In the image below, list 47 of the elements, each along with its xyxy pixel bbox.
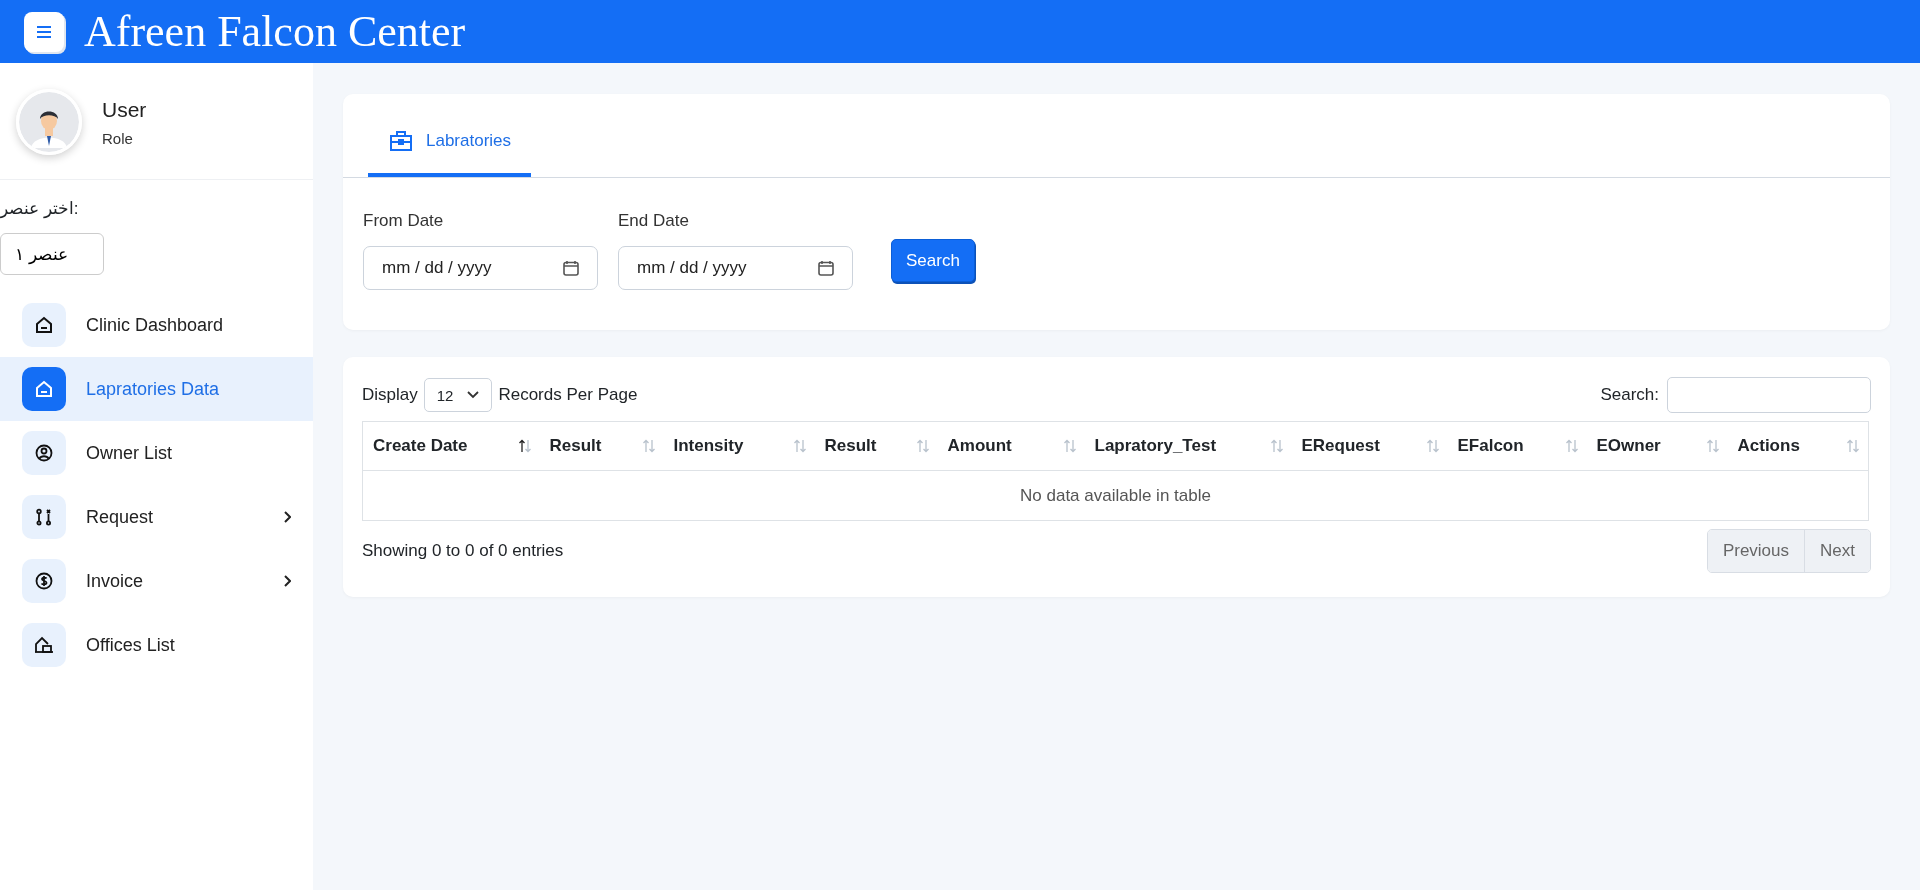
chevron-icon: [467, 391, 480, 399]
dollar-icon: [35, 572, 53, 590]
entries-info: Showing 0 to 0 of 0 entries: [362, 541, 564, 561]
avatar: [16, 89, 82, 155]
column-header[interactable]: ERequest: [1291, 421, 1448, 471]
field-label: End Date: [618, 211, 690, 231]
calendar-icon: [563, 260, 579, 276]
empty-table-message: No data available in table: [362, 470, 1869, 521]
sidebar-item[interactable]: Clinic Dashboard: [0, 293, 313, 357]
column-header[interactable]: Result: [539, 421, 664, 471]
menu-button[interactable]: [24, 11, 64, 52]
picker-label: اختر عنصر:: [0, 198, 79, 219]
date-field[interactable]: mm / dd / yyyy: [363, 246, 598, 290]
column-header[interactable]: EOwner: [1586, 421, 1728, 471]
page-length-select[interactable]: 12: [423, 378, 493, 412]
records-label: Records Per Page: [498, 385, 638, 405]
user-name: User: [102, 97, 147, 122]
date-field[interactable]: mm / dd / yyyy: [618, 246, 853, 290]
item-select[interactable]: عنصر ١: [0, 233, 104, 275]
briefcase-icon: [390, 130, 412, 151]
column-header[interactable]: EFalcon: [1447, 421, 1587, 471]
office-icon: [34, 636, 54, 654]
display-label: Display: [362, 385, 418, 405]
route-icon: [35, 508, 53, 526]
column-header[interactable]: Actions: [1727, 421, 1869, 471]
calendar-icon: [818, 260, 834, 276]
field-label: From Date: [363, 211, 445, 231]
column-header[interactable]: Result: [814, 421, 938, 471]
search-field[interactable]: [1667, 377, 1871, 413]
user-role: Role: [102, 129, 134, 147]
menu-icon: [37, 25, 51, 38]
search-label: Search:: [1600, 385, 1659, 405]
column-header[interactable]: Create Date: [362, 421, 540, 471]
sidebar-item[interactable]: Offices List: [0, 613, 313, 677]
sidebar-item[interactable]: Owner List: [0, 421, 313, 485]
column-header[interactable]: Amount: [937, 421, 1085, 471]
column-header[interactable]: Intensity: [663, 421, 815, 471]
column-header[interactable]: Lapratory_Test: [1084, 421, 1292, 471]
home-icon: [35, 316, 53, 334]
user-icon: [35, 444, 53, 462]
search-button[interactable]: Search: [891, 239, 975, 282]
tab[interactable]: Labratories: [368, 94, 532, 177]
sidebar-item[interactable]: Request: [0, 485, 313, 549]
sidebar-item[interactable]: Lapratories Data: [0, 357, 313, 421]
home-icon: [35, 380, 53, 398]
sidebar-item[interactable]: Invoice: [0, 549, 313, 613]
app-title: Afreen Falcon Center: [84, 6, 466, 57]
